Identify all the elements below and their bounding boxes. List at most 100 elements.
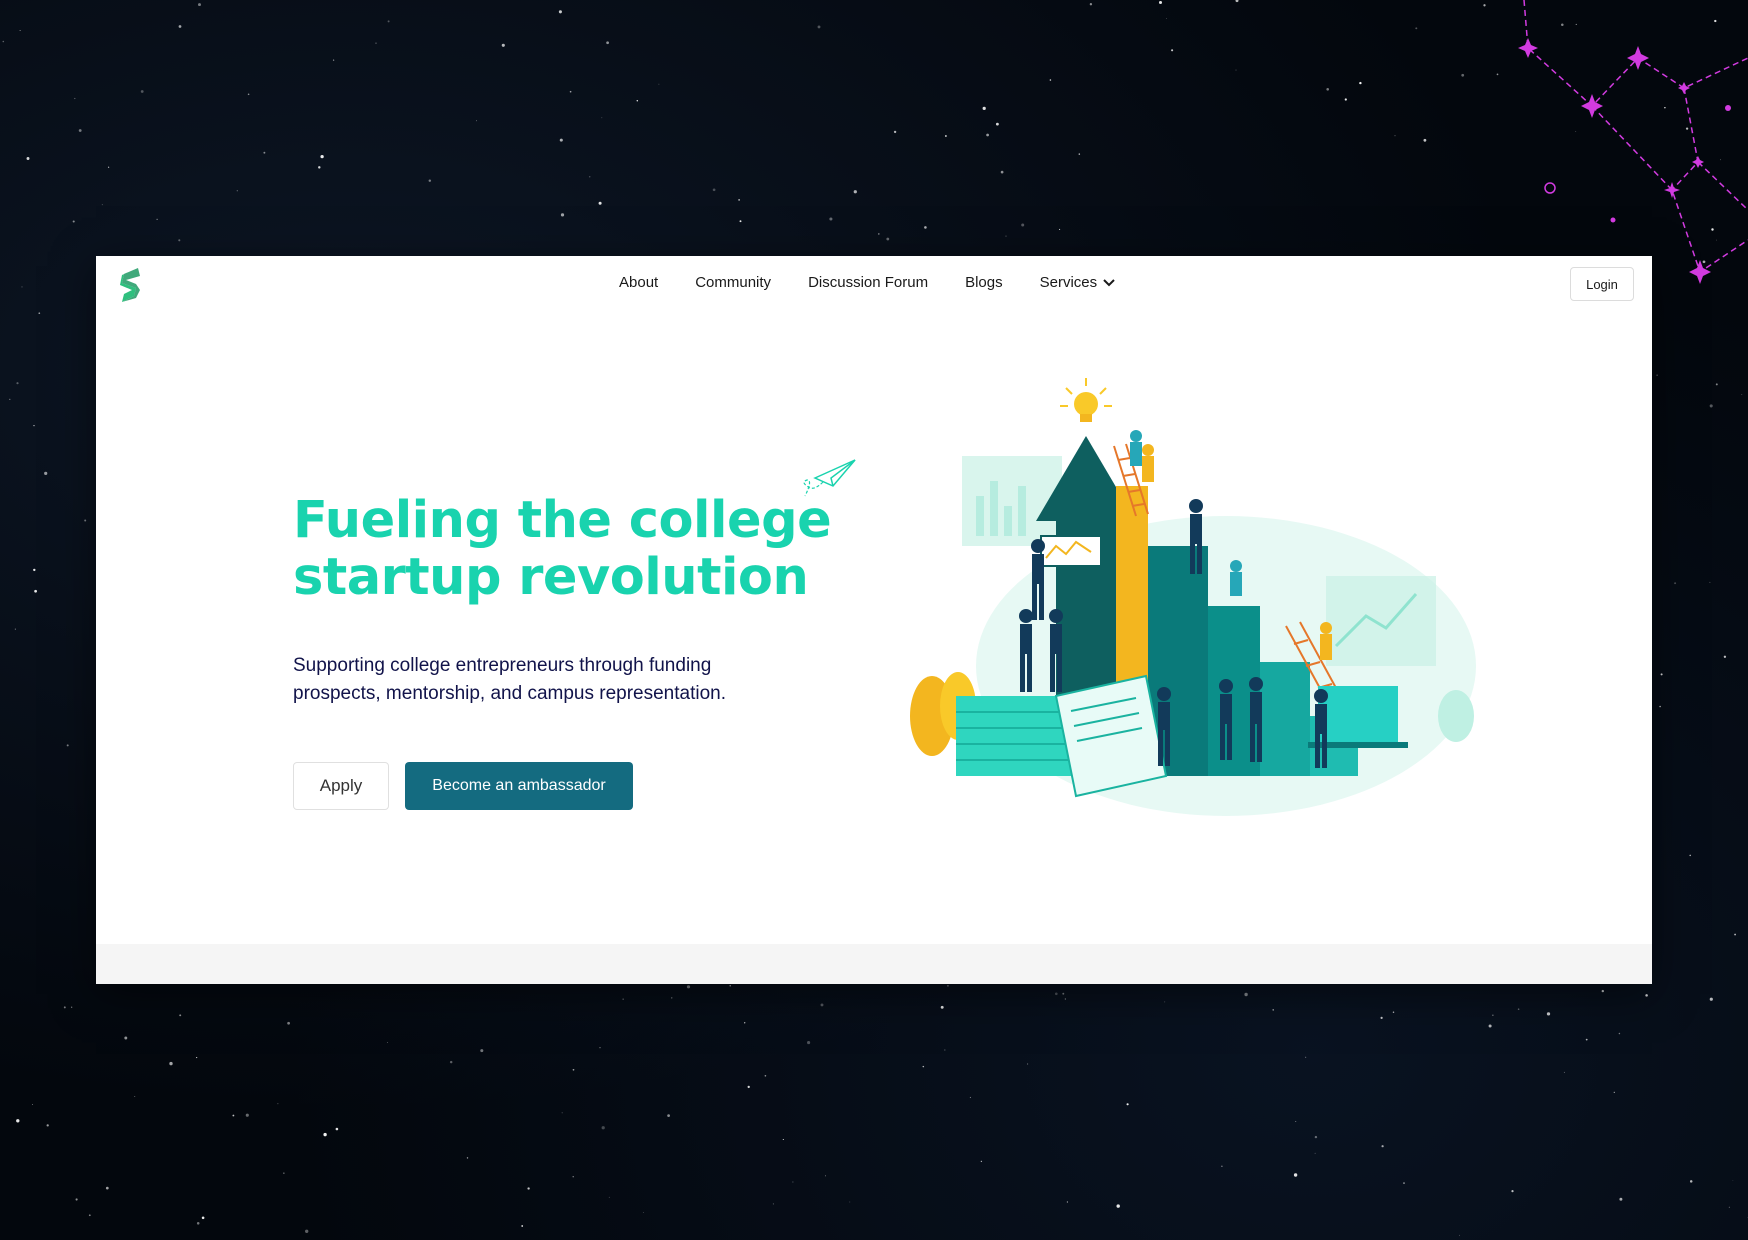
star (1078, 153, 1081, 155)
star (71, 1006, 73, 1008)
apply-button[interactable]: Apply (293, 762, 389, 810)
website-window: About Community Discussion Forum Blogs S… (96, 256, 1652, 984)
star (924, 226, 927, 229)
star (33, 568, 36, 572)
star (940, 1005, 944, 1009)
star (588, 176, 591, 178)
login-button[interactable]: Login (1570, 267, 1634, 301)
star (886, 237, 890, 241)
star (2, 40, 5, 43)
star (686, 985, 691, 989)
star (1656, 374, 1658, 376)
star (198, 3, 201, 7)
top-navigation: About Community Discussion Forum Blogs S… (96, 256, 1652, 312)
star (1380, 1016, 1383, 1020)
star (1709, 997, 1713, 1001)
star (1064, 998, 1066, 1000)
star (1359, 81, 1362, 85)
star (105, 1186, 109, 1190)
star (169, 1061, 173, 1066)
star (922, 1065, 925, 1068)
star (1660, 673, 1663, 676)
star (1659, 705, 1661, 708)
star (1423, 138, 1427, 142)
nav-community-link[interactable]: Community (695, 274, 771, 291)
star (318, 166, 321, 169)
star (236, 190, 238, 192)
star (449, 1060, 453, 1064)
star (1066, 1201, 1068, 1203)
star (671, 997, 673, 999)
star (849, 1201, 851, 1203)
nav-discussion-forum-link[interactable]: Discussion Forum (808, 274, 928, 291)
star (245, 1113, 249, 1117)
star (729, 985, 731, 987)
star (1689, 1180, 1693, 1183)
star (78, 129, 82, 132)
star (598, 201, 602, 205)
star (1235, 69, 1237, 71)
star (599, 1047, 601, 1049)
star (1000, 170, 1004, 174)
star (156, 218, 158, 221)
star (1723, 655, 1727, 658)
star (1344, 98, 1347, 101)
hero-title: Fueling the college startup revolution (293, 492, 853, 606)
star (19, 29, 21, 31)
nav-blogs-link[interactable]: Blogs (965, 274, 1003, 291)
star (878, 233, 880, 235)
nav-services-dropdown[interactable]: Services (1040, 274, 1116, 291)
star (1709, 404, 1713, 408)
star (1027, 1063, 1029, 1065)
star (196, 1222, 200, 1225)
star (1492, 1014, 1494, 1016)
star (1709, 581, 1711, 583)
star (636, 100, 639, 102)
star (1089, 3, 1093, 6)
star (1164, 1001, 1166, 1003)
star (1126, 1103, 1129, 1106)
star (893, 130, 897, 134)
star (1392, 1011, 1395, 1014)
star (1741, 394, 1743, 395)
star (1171, 49, 1174, 52)
star (74, 97, 76, 100)
star (428, 179, 432, 182)
star (944, 1049, 946, 1051)
star (712, 188, 716, 192)
footer-strip (96, 944, 1652, 984)
star (559, 138, 563, 142)
star (744, 1022, 746, 1024)
become-ambassador-button[interactable]: Become an ambassador (405, 762, 633, 810)
star (178, 25, 182, 28)
paper-plane-icon (803, 459, 856, 497)
star (201, 1216, 205, 1220)
star (375, 42, 377, 44)
star (140, 90, 144, 93)
star (995, 122, 999, 126)
star (1054, 992, 1058, 996)
star (196, 1057, 198, 1059)
s-logo-icon[interactable] (118, 266, 144, 304)
star (1645, 994, 1648, 997)
star (572, 1068, 575, 1071)
star (1221, 1165, 1223, 1167)
star (1601, 989, 1604, 993)
star (982, 106, 986, 111)
star (1158, 0, 1163, 5)
star (658, 83, 660, 85)
star (16, 1119, 20, 1123)
star (945, 135, 947, 137)
star (1459, 1234, 1460, 1236)
star (572, 1176, 574, 1178)
star (335, 1127, 339, 1131)
star (1295, 1121, 1297, 1122)
nav-links: About Community Discussion Forum Blogs S… (619, 274, 1115, 291)
star (1381, 1145, 1384, 1148)
star (277, 1103, 279, 1105)
star (946, 984, 949, 987)
star (642, 1212, 644, 1213)
star (1496, 73, 1499, 76)
star (1461, 73, 1465, 77)
nav-about-link[interactable]: About (619, 274, 658, 291)
